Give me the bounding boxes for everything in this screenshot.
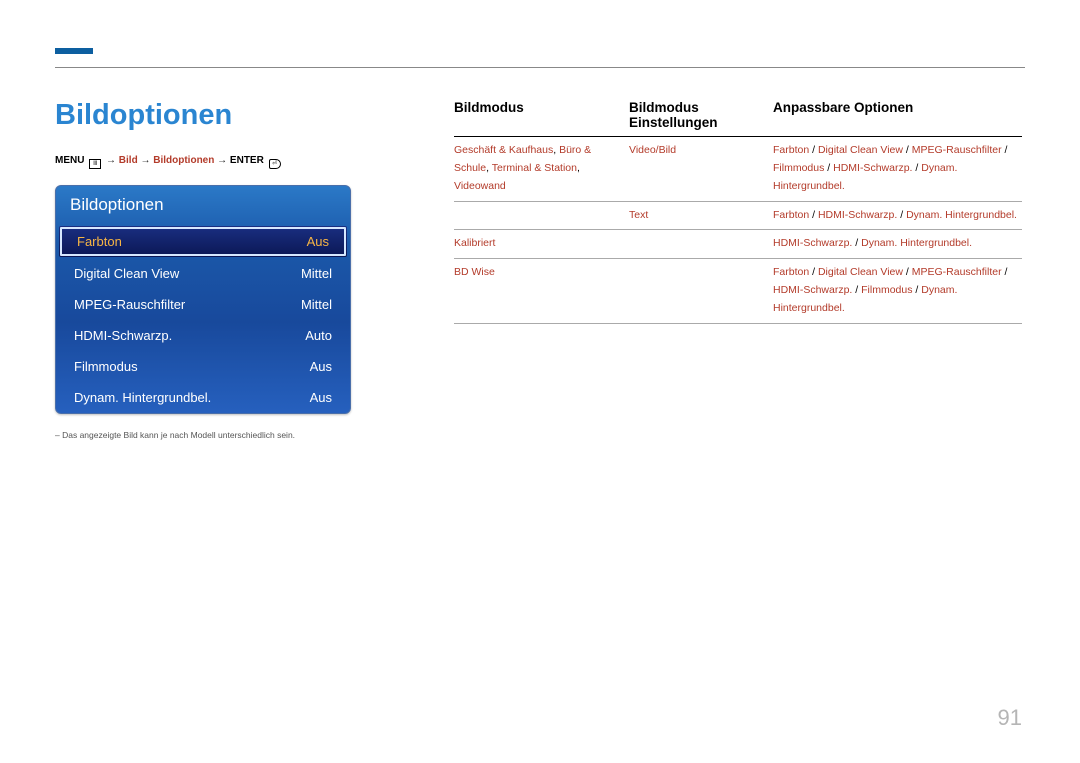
breadcrumb-menu: MENU [55,155,84,166]
option-name: MPEG-Rauschfilter [912,266,1002,278]
option-name: Digital Clean View [818,144,903,156]
cell-optionen: HDMI-Schwarzp. / Dynam. Hintergrundbel. [773,235,1022,253]
mode-name: Terminal & Station [492,162,577,174]
option-name: Filmmodus [861,284,912,296]
separator: / [903,144,912,156]
osd-row[interactable]: Farbton Aus [59,226,347,257]
option-name: Farbton [773,144,809,156]
option-name: Dynam. Hintergrundbel. [861,237,972,249]
page-number: 91 [998,705,1022,731]
separator: / [809,266,818,278]
osd-row-label: MPEG-Rauschfilter [74,297,185,312]
breadcrumb: MENU Ⅲ → Bild → Bildoptionen → ENTER ⏎ [55,155,283,169]
mode-name: BD Wise [454,266,495,278]
cell-bildmodus: BD Wise [454,264,629,318]
cell-bildmodus: Geschäft & Kaufhaus, Büro & Schule, Term… [454,142,629,196]
option-name: HDMI-Schwarzp. [773,237,852,249]
breadcrumb-arrow: → [106,155,116,166]
osd-row-label: Filmmodus [74,359,138,374]
separator: / [897,209,906,221]
option-name: HDMI-Schwarzp. [818,209,897,221]
separator: / [912,162,921,174]
option-name: HDMI-Schwarzp. [833,162,912,174]
table-row: Geschäft & Kaufhaus, Büro & Schule, Term… [454,137,1022,202]
osd-row[interactable]: MPEG-Rauschfilter Mittel [56,289,350,320]
osd-panel: Bildoptionen Farbton Aus Digital Clean Vie… [55,185,351,414]
separator: / [1002,144,1008,156]
option-name: Digital Clean View [818,266,903,278]
enter-icon: ⏎ [269,159,281,169]
osd-row[interactable]: Dynam. Hintergrundbel. Aus [56,382,350,413]
cell-bildmodus: Kalibriert [454,235,629,253]
osd-title: Bildoptionen [56,186,350,225]
osd-row[interactable]: HDMI-Schwarzp. Auto [56,320,350,351]
osd-row-label: Dynam. Hintergrundbel. [74,390,211,405]
breadcrumb-enter: ENTER [230,155,264,166]
osd-row-value: Aus [307,234,329,249]
mode-name: Geschäft & Kaufhaus [454,144,553,156]
cell-einstellungen: Text [629,207,773,225]
osd-row-value: Mittel [301,266,332,281]
osd-row-label: Digital Clean View [74,266,179,281]
page-title: Bildoptionen [55,99,232,132]
separator: / [1002,266,1008,278]
option-name: Filmmodus [773,162,824,174]
separator: / [903,266,912,278]
separator: , [577,162,580,174]
th-bildmodus: Bildmodus [454,100,629,130]
osd-row-value: Mittel [301,297,332,312]
header-accent-bar [55,48,93,54]
mode-name: Kalibriert [454,237,495,249]
separator: / [852,237,861,249]
menu-icon: Ⅲ [89,159,101,169]
cell-optionen: Farbton / Digital Clean View / MPEG-Raus… [773,264,1022,318]
th-einstellungen: Bildmodus Einstellungen [629,100,773,130]
option-name: HDMI-Schwarzp. [773,284,852,296]
osd-row-label: Farbton [77,234,122,249]
osd-row-label: HDMI-Schwarzp. [74,328,172,343]
osd-row[interactable]: Filmmodus Aus [56,351,350,382]
separator: / [852,284,861,296]
cell-einstellungen: Video/Bild [629,142,773,196]
mode-name: Videowand [454,180,506,192]
th-optionen: Anpassbare Optionen [773,100,1022,130]
cell-bildmodus [454,207,629,225]
cell-einstellungen [629,235,773,253]
osd-row-value: Auto [305,328,332,343]
header-divider [55,67,1025,68]
options-table: Bildmodus Bildmodus Einstellungen Anpass… [454,100,1022,324]
option-name: MPEG-Rauschfilter [912,144,1002,156]
cell-optionen: Farbton / HDMI-Schwarzp. / Dynam. Hinter… [773,207,1022,225]
option-name: Farbton [773,266,809,278]
separator: / [809,209,818,221]
table-row: Kalibriert HDMI-Schwarzp. / Dynam. Hinter… [454,230,1022,259]
osd-row[interactable]: Digital Clean View Mittel [56,258,350,289]
footnote: Das angezeigte Bild kann je nach Modell … [55,430,295,440]
option-name: Dynam. Hintergrundbel. [906,209,1017,221]
breadcrumb-arrow: → [217,155,227,166]
separator: / [912,284,921,296]
breadcrumb-p2: Bildoptionen [153,155,214,166]
breadcrumb-p1: Bild [119,155,138,166]
table-row: BD Wise Farbton / Digital Clean View / MP… [454,259,1022,324]
table-header: Bildmodus Bildmodus Einstellungen Anpass… [454,100,1022,137]
osd-row-value: Aus [310,390,332,405]
osd-row-value: Aus [310,359,332,374]
separator: / [824,162,833,174]
separator: / [809,144,818,156]
table-row: TextFarbton / HDMI-Schwarzp. / Dynam. Hi… [454,202,1022,231]
cell-einstellungen [629,264,773,318]
option-name: Farbton [773,209,809,221]
cell-optionen: Farbton / Digital Clean View / MPEG-Raus… [773,142,1022,196]
breadcrumb-arrow: → [140,155,150,166]
